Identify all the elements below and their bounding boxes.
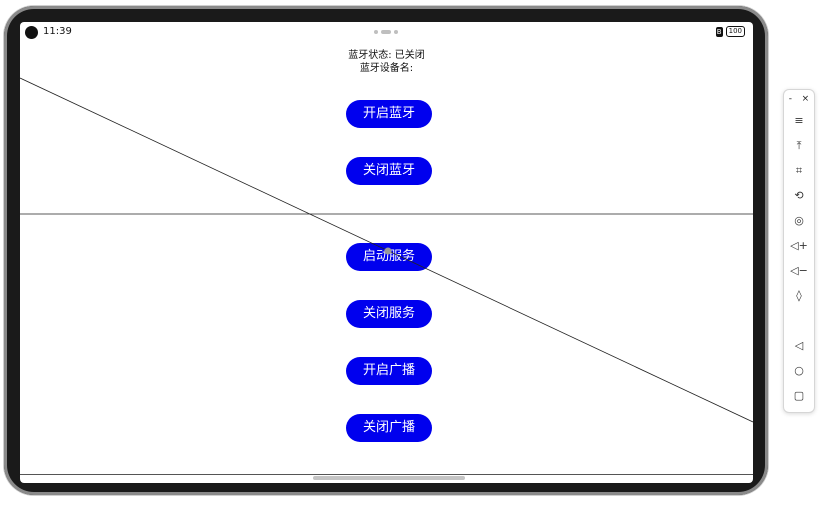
toolbar-items: ≡ ⤒ ⌗ ⟲ ◎ ◁+ ◁− ◊ (784, 108, 814, 308)
device-frame: 11:39 B 100 蓝牙状态: 已关闭 蓝牙设备名: 开启蓝牙 关闭蓝牙 启… (4, 6, 768, 495)
toolbar-gap (784, 308, 814, 333)
volume-down-icon[interactable]: ◁− (784, 258, 814, 283)
touch-trace-overlay (20, 77, 753, 423)
minimize-icon[interactable]: - (789, 94, 792, 108)
volume-up-icon[interactable]: ◁+ (784, 233, 814, 258)
device-screen: 11:39 B 100 蓝牙状态: 已关闭 蓝牙设备名: 开启蓝牙 关闭蓝牙 启… (20, 22, 753, 483)
toolbar-nav: ◁ ○ ▢ (784, 333, 814, 408)
home-indicator[interactable] (313, 476, 465, 480)
menu-icon[interactable]: ≡ (784, 108, 814, 133)
toolbar-window-controls: - × (784, 90, 814, 108)
crop-icon[interactable]: ⌗ (784, 158, 814, 183)
rotate-icon[interactable]: ⟲ (784, 183, 814, 208)
close-icon[interactable]: × (802, 94, 810, 108)
back-icon[interactable]: ◁ (784, 333, 814, 358)
pin-top-icon[interactable]: ⤒ (784, 133, 814, 158)
shake-icon[interactable]: ◊ (784, 283, 814, 308)
screenshot-icon[interactable]: ◎ (784, 208, 814, 233)
bottom-divider (20, 474, 753, 475)
recents-icon[interactable]: ▢ (784, 383, 814, 408)
emulator-toolbar: - × ≡ ⤒ ⌗ ⟲ ◎ ◁+ ◁− ◊ ◁ ○ ▢ (783, 89, 815, 413)
touch-point-marker (384, 247, 392, 255)
home-icon[interactable]: ○ (784, 358, 814, 383)
